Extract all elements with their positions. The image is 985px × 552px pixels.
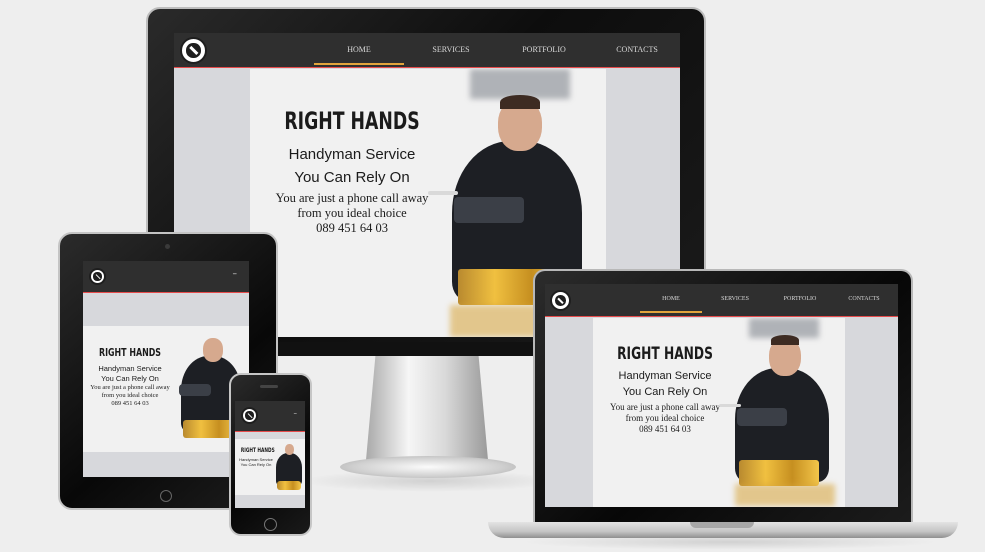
phone-speaker bbox=[260, 385, 278, 388]
hero-phone: 089 451 64 03 bbox=[111, 400, 149, 407]
site-header: HOME SERVICES PORTFOLIO CONTACTS bbox=[174, 33, 680, 68]
menu-toggle-icon[interactable]: – bbox=[233, 269, 238, 279]
nav-home[interactable]: HOME bbox=[640, 296, 702, 313]
hero-subtitle-2: You Can Rely On bbox=[622, 386, 708, 398]
hero-title: RIGHT HANDS bbox=[240, 447, 275, 454]
hero-title: RIGHT HANDS bbox=[98, 346, 161, 359]
handyman-photo bbox=[273, 439, 305, 495]
hero-title: RIGHT HANDS bbox=[617, 344, 713, 364]
nav-contacts[interactable]: CONTACTS bbox=[592, 45, 680, 54]
hero-text-2: from you ideal choice bbox=[297, 206, 407, 220]
hero-section-tablet: RIGHT HANDS Handyman Service You Can Rel… bbox=[83, 326, 249, 452]
nav-portfolio[interactable]: PORTFOLIO bbox=[499, 45, 589, 54]
hero-section-laptop: RIGHT HANDS Handyman Service You Can Rel… bbox=[593, 318, 845, 507]
laptop-notch bbox=[690, 522, 754, 528]
hero-phone: 089 451 64 03 bbox=[316, 221, 388, 235]
logo-icon[interactable] bbox=[550, 290, 571, 311]
hero-text-1: You are just a phone call away bbox=[275, 191, 429, 205]
site-header-laptop: HOME SERVICES PORTFOLIO CONTACTS bbox=[545, 284, 898, 317]
nav-services[interactable]: SERVICES bbox=[406, 45, 496, 54]
nav-contacts[interactable]: CONTACTS bbox=[833, 296, 895, 302]
phone-screen: – RIGHT HANDS Handyman Service You Can R… bbox=[235, 401, 305, 508]
hero-text-1: You are just a phone call away bbox=[609, 402, 721, 412]
hero-title: RIGHT HANDS bbox=[284, 107, 420, 135]
hero-subtitle-1: Handyman Service bbox=[98, 364, 162, 373]
handyman-photo bbox=[719, 318, 845, 507]
nav-home[interactable]: HOME bbox=[314, 45, 404, 65]
hero-text-2: from you ideal choice bbox=[625, 413, 705, 423]
nav-portfolio[interactable]: PORTFOLIO bbox=[769, 296, 831, 302]
hero-subtitle-2: You Can Rely On bbox=[240, 462, 272, 467]
logo-icon[interactable] bbox=[89, 268, 106, 285]
hero-text-2: from you ideal choice bbox=[101, 392, 159, 399]
site-header-phone: – bbox=[235, 401, 305, 432]
logo-icon[interactable] bbox=[180, 37, 207, 64]
monitor-stand-base bbox=[340, 456, 516, 478]
nav-services[interactable]: SERVICES bbox=[704, 296, 766, 302]
tablet-home-button bbox=[160, 490, 172, 502]
hero-subtitle-1: Handyman Service bbox=[618, 370, 712, 382]
hero-subtitle-2: You Can Rely On bbox=[101, 374, 159, 383]
tablet-camera bbox=[165, 244, 170, 249]
site-header-tablet: – bbox=[83, 261, 249, 293]
drill-icon bbox=[454, 197, 524, 223]
phone-home-button bbox=[264, 518, 277, 531]
monitor-stand-neck bbox=[366, 352, 488, 460]
laptop-screen: HOME SERVICES PORTFOLIO CONTACTS RIGHT H… bbox=[545, 284, 898, 507]
hero-subtitle-1: Handyman Service bbox=[288, 146, 416, 163]
logo-icon[interactable] bbox=[241, 407, 258, 424]
hero-subtitle-2: You Can Rely On bbox=[294, 169, 410, 186]
hero-text-1: You are just a phone call away bbox=[90, 384, 170, 391]
menu-toggle-icon[interactable]: – bbox=[294, 409, 298, 417]
hero-phone: 089 451 64 03 bbox=[639, 424, 691, 434]
hero-section-phone: RIGHT HANDS Handyman Service You Can Rel… bbox=[235, 439, 305, 495]
tablet-screen: – RIGHT HANDS Handyman Service You Can R… bbox=[83, 261, 249, 477]
